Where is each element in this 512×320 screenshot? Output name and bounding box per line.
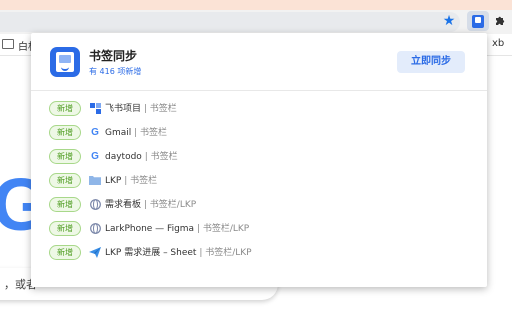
- new-badge: 新增: [49, 221, 81, 236]
- google-icon: G: [91, 126, 99, 138]
- popup-header: 书签同步 有 416 项新增 立即同步: [31, 33, 487, 91]
- bookmark-name: 需求看板: [105, 200, 142, 210]
- bookmark-name: 飞书项目: [105, 104, 142, 114]
- bookmark-star-icon[interactable]: ★: [441, 12, 457, 30]
- globe-icon: [89, 222, 101, 234]
- bookmark-name: LarkPhone — Figma: [105, 224, 195, 234]
- folder-icon: [89, 174, 101, 186]
- window-top-strip: [0, 0, 512, 10]
- list-item[interactable]: 新增 LarkPhone — Figma | 书签栏/LKP: [31, 217, 487, 237]
- extension-icon: [472, 14, 484, 28]
- globe-icon: [89, 198, 101, 210]
- address-bar[interactable]: [0, 12, 460, 32]
- list-item[interactable]: 新增 需求看板 | 书签栏/LKP: [31, 193, 487, 213]
- extensions-puzzle-icon[interactable]: [492, 11, 508, 31]
- bookmark-path: | 书签栏/LKP: [143, 200, 197, 210]
- bookmark-path: | 书签栏/LKP: [199, 248, 252, 258]
- new-badge: 新增: [49, 197, 81, 212]
- feishu-project-icon: [89, 102, 101, 114]
- bookmark-item-right[interactable]: xb: [492, 38, 504, 49]
- bookmark-name: LKP 需求进展 – Sheet: [105, 248, 197, 258]
- bookmark-path: | 书签栏: [134, 128, 168, 138]
- sync-now-button[interactable]: 立即同步: [397, 51, 465, 73]
- new-badge: 新增: [49, 173, 81, 188]
- new-badge: 新增: [49, 245, 81, 260]
- bookmark-path: | 书签栏: [124, 176, 158, 186]
- bookmark-path: | 书签栏/LKP: [196, 224, 250, 234]
- list-item[interactable]: 新增 LKP | 书签栏: [31, 169, 487, 189]
- bookmark-path: | 书签栏: [143, 104, 177, 114]
- popup-title: 书签同步: [89, 49, 138, 63]
- bookmark-sync-extension-button[interactable]: [467, 11, 489, 31]
- book-app-icon: [50, 47, 80, 77]
- new-items-count: 有 416 项新增: [89, 67, 142, 76]
- new-badge: 新增: [49, 149, 81, 164]
- list-item[interactable]: 新增 G Gmail | 书签栏: [31, 121, 487, 141]
- bookmark-name: daytodo: [105, 152, 142, 162]
- list-item[interactable]: 新增 飞书项目 | 书签栏: [31, 97, 487, 117]
- bookmark-sync-popup: 书签同步 有 416 项新增 立即同步 新增 飞书项目 | 书签栏 新增 G G…: [31, 33, 487, 287]
- folder-icon: [2, 39, 14, 49]
- new-badge: 新增: [49, 101, 81, 116]
- list-item[interactable]: 新增 LKP 需求进展 – Sheet | 书签栏/LKP: [31, 241, 487, 261]
- list-item[interactable]: 新增 G daytodo | 书签栏: [31, 145, 487, 165]
- bookmark-name: LKP: [105, 176, 122, 186]
- google-icon: G: [91, 150, 99, 162]
- lark-icon: [89, 246, 101, 258]
- bookmark-name: Gmail: [105, 128, 132, 138]
- new-badge: 新增: [49, 125, 81, 140]
- bookmark-path: | 书签栏: [144, 152, 178, 162]
